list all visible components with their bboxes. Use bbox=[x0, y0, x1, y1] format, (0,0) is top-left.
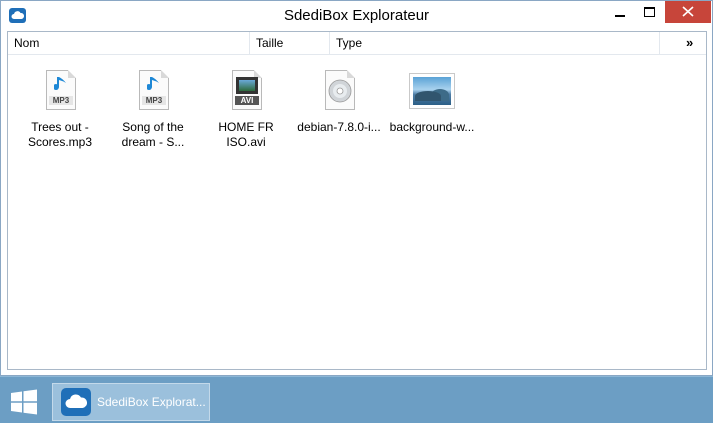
cloud-app-icon bbox=[61, 388, 91, 416]
file-item[interactable]: AVI HOME FR ISO.avi bbox=[201, 68, 291, 150]
taskbar-app-button[interactable]: SdediBox Explorat... bbox=[52, 383, 210, 421]
file-label: Song of the dream - S... bbox=[121, 120, 185, 149]
mp3-file-icon: MP3 bbox=[129, 68, 177, 116]
file-item[interactable]: background-w... bbox=[387, 68, 477, 135]
taskbar-app-label: SdediBox Explorat... bbox=[97, 395, 206, 409]
file-icons-area: MP3 Trees out - Scores.mp3 MP3 Song of t… bbox=[8, 56, 706, 356]
title-bar[interactable]: SdediBox Explorateur bbox=[1, 1, 712, 31]
minimize-button[interactable] bbox=[605, 1, 635, 23]
disc-image-icon bbox=[315, 68, 363, 116]
close-icon bbox=[682, 6, 694, 17]
file-label: background-w... bbox=[389, 120, 475, 134]
file-item[interactable]: debian-7.8.0-i... bbox=[294, 68, 384, 135]
file-label: debian-7.8.0-i... bbox=[297, 120, 381, 134]
file-item[interactable]: MP3 Trees out - Scores.mp3 bbox=[15, 68, 105, 150]
file-list-view[interactable]: Nom Taille Type » MP3 Trees out - Scores… bbox=[7, 31, 707, 370]
file-item[interactable]: MP3 Song of the dream - S... bbox=[108, 68, 198, 150]
maximize-button[interactable] bbox=[635, 1, 665, 23]
column-header: Nom Taille Type » bbox=[8, 32, 706, 55]
close-button[interactable] bbox=[665, 1, 711, 23]
explorer-window: SdediBox Explorateur Nom Taille Type » M… bbox=[0, 0, 713, 376]
column-type[interactable]: Type bbox=[330, 32, 660, 54]
file-label: HOME FR ISO.avi bbox=[218, 120, 274, 149]
column-size[interactable]: Taille bbox=[250, 32, 330, 54]
taskbar: SdediBox Explorat... bbox=[0, 376, 713, 423]
mp3-file-icon: MP3 bbox=[36, 68, 84, 116]
more-columns-chevron-icon[interactable]: » bbox=[686, 32, 693, 54]
file-label: Trees out - Scores.mp3 bbox=[27, 120, 93, 149]
column-name[interactable]: Nom bbox=[8, 32, 250, 54]
windows-start-icon[interactable] bbox=[10, 389, 40, 415]
image-file-icon bbox=[408, 68, 456, 116]
video-file-icon: AVI bbox=[222, 68, 270, 116]
